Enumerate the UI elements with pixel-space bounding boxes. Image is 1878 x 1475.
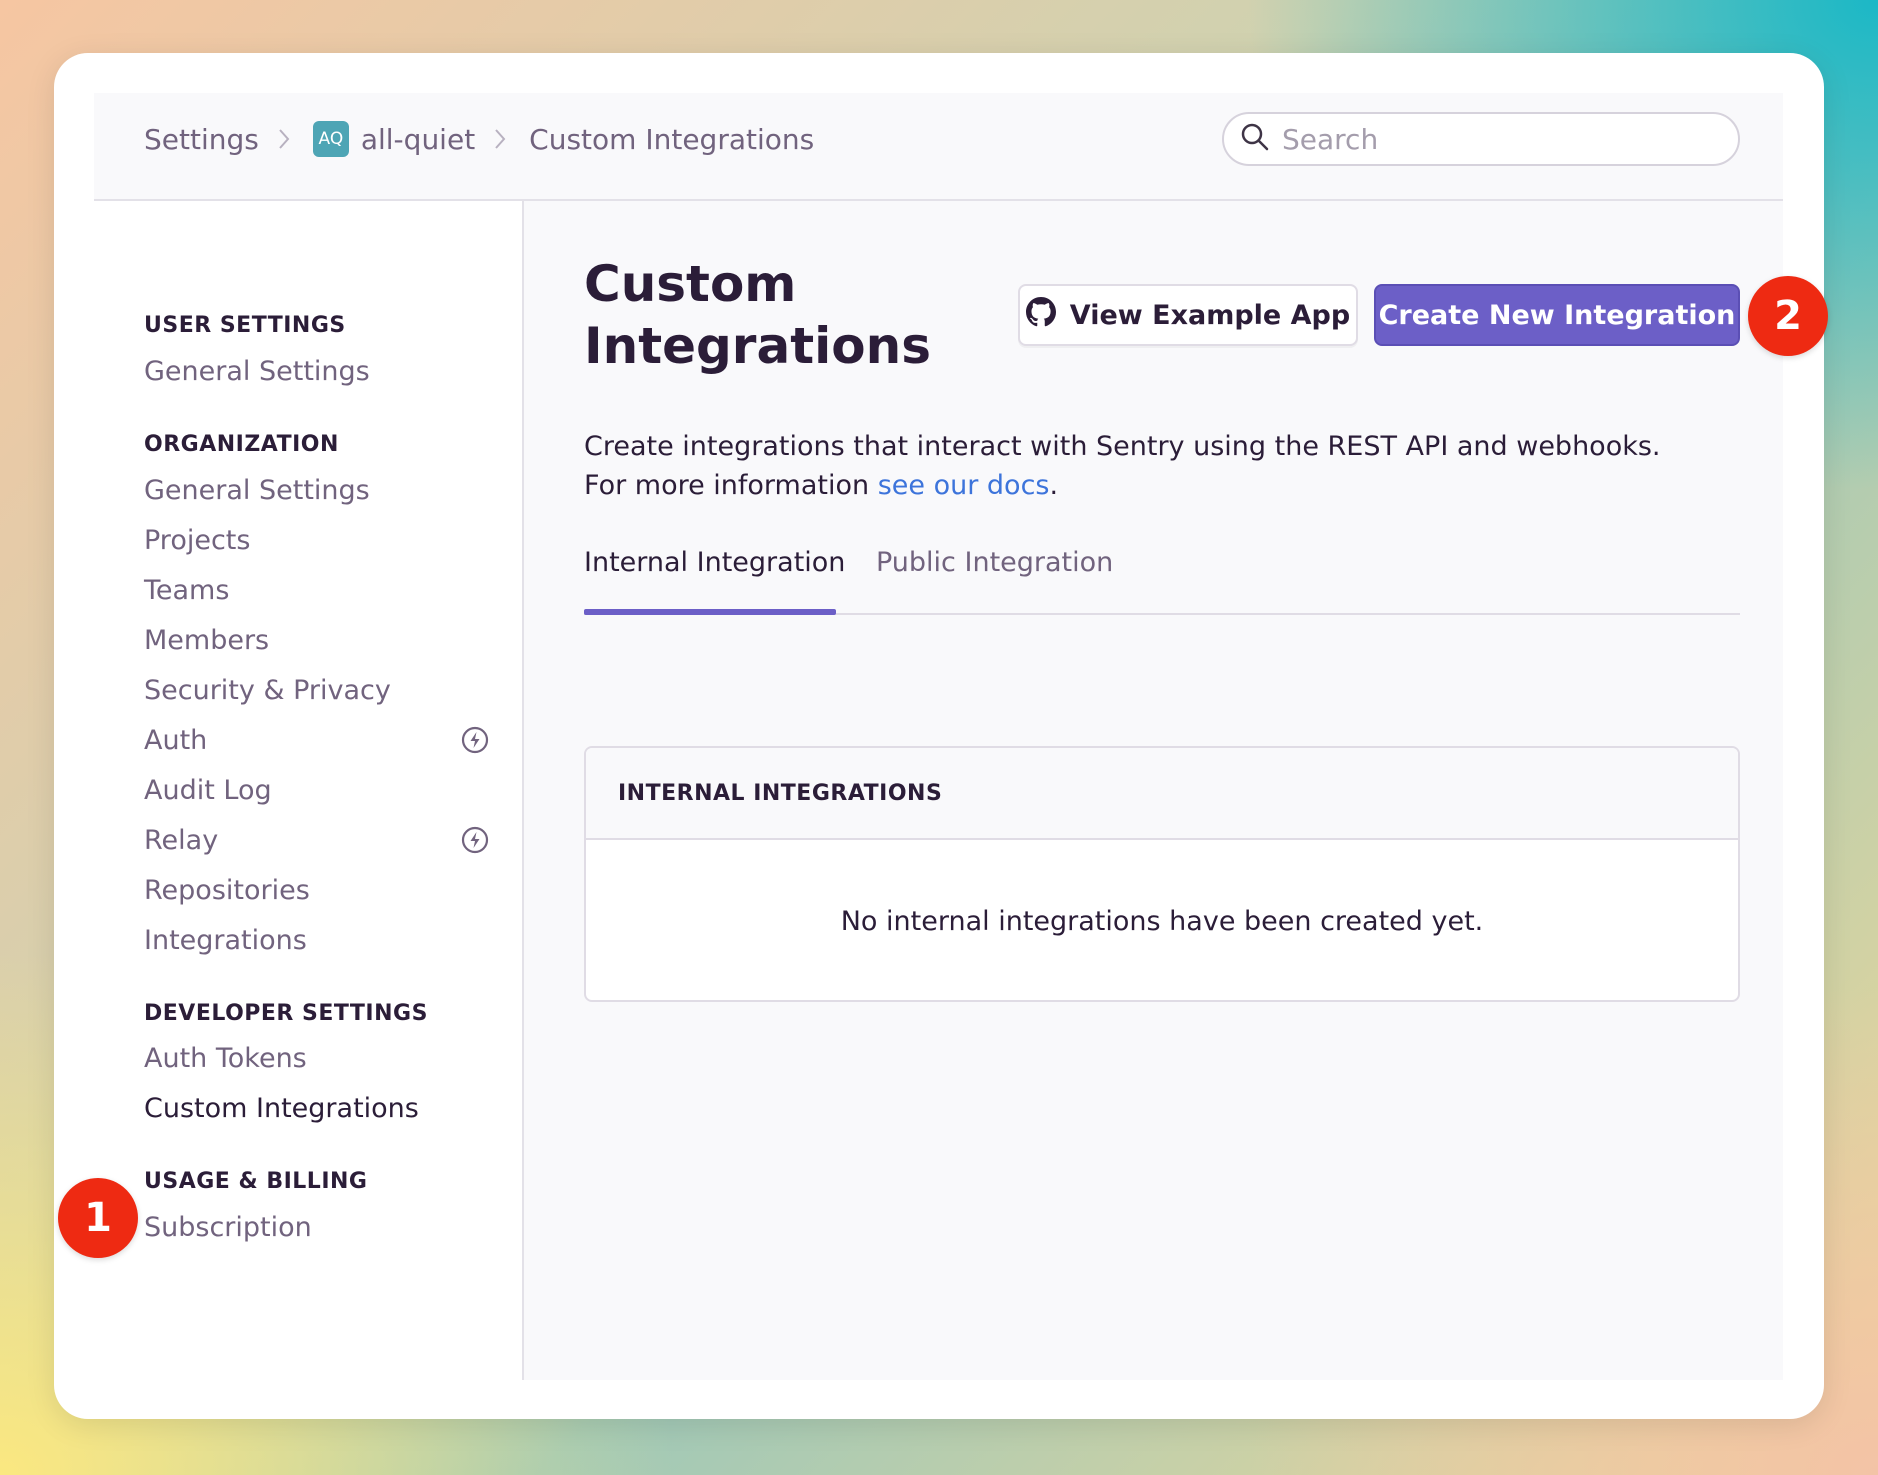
step-badge-2: 2	[1748, 276, 1828, 356]
page-description: Create integrations that interact with S…	[584, 427, 1661, 505]
lightning-icon	[460, 825, 490, 855]
sidebar-item-security-privacy[interactable]: Security & Privacy	[144, 675, 391, 706]
panel-header: INTERNAL INTEGRATIONS	[586, 748, 1738, 840]
sidebar-section-user-settings: USER SETTINGS	[144, 313, 346, 338]
sidebar-section-developer-settings: DEVELOPER SETTINGS	[144, 1001, 428, 1026]
sidebar-item-integrations[interactable]: Integrations	[144, 925, 307, 956]
sidebar-item-audit-log[interactable]: Audit Log	[144, 775, 272, 806]
chevron-right-icon	[277, 126, 293, 152]
sidebar-item-relay[interactable]: Relay	[144, 825, 218, 856]
step-badge-1: 1	[58, 1178, 138, 1258]
sidebar-item-repositories[interactable]: Repositories	[144, 875, 310, 906]
page-title-line2: Integrations	[584, 317, 931, 375]
breadcrumb-settings[interactable]: Settings	[144, 123, 259, 156]
description-prefix: For more information	[584, 470, 878, 501]
sidebar-item-subscription[interactable]: Subscription	[144, 1212, 312, 1243]
description-suffix: .	[1049, 470, 1059, 501]
sidebar-item-auth[interactable]: Auth	[144, 725, 207, 756]
settings-app: Settings AQ all-quiet Custom Integration…	[94, 93, 1783, 1380]
description-line-2: For more information see our docs.	[584, 466, 1661, 505]
internal-integrations-panel: INTERNAL INTEGRATIONS No internal integr…	[584, 746, 1740, 1002]
sidebar-item-custom-integrations[interactable]: Custom Integrations	[144, 1093, 419, 1124]
search-input[interactable]	[1280, 121, 1704, 157]
active-tab-indicator	[584, 609, 836, 615]
description-line-1: Create integrations that interact with S…	[584, 431, 1661, 462]
breadcrumb-org[interactable]: AQ all-quiet	[312, 121, 476, 157]
sidebar-item-auth-tokens[interactable]: Auth Tokens	[144, 1043, 307, 1074]
sidebar-section-usage-billing: USAGE & BILLING	[144, 1169, 368, 1194]
empty-state-message: No internal integrations have been creat…	[840, 905, 1484, 937]
sidebar-section-organization: ORGANIZATION	[144, 432, 339, 457]
create-new-integration-button[interactable]: Create New Integration	[1374, 284, 1740, 346]
sidebar-item-teams[interactable]: Teams	[144, 575, 229, 606]
org-avatar: AQ	[312, 121, 349, 157]
search-box[interactable]	[1222, 112, 1740, 166]
chevron-right-icon	[493, 126, 509, 152]
lightning-icon	[460, 725, 490, 755]
tab-internal-integration[interactable]: Internal Integration	[584, 547, 845, 578]
tab-public-integration[interactable]: Public Integration	[876, 547, 1113, 578]
page-title: Custom Integrations	[584, 253, 931, 377]
docs-link[interactable]: see our docs	[878, 470, 1050, 501]
view-example-app-label: View Example App	[1069, 299, 1351, 331]
sidebar: USER SETTINGS General Settings ORGANIZAT…	[94, 201, 524, 1380]
search-icon	[1240, 122, 1270, 156]
breadcrumb-current[interactable]: Custom Integrations	[529, 123, 814, 156]
sidebar-item-user-general-settings[interactable]: General Settings	[144, 356, 370, 387]
breadcrumb-org-name: all-quiet	[360, 122, 476, 156]
github-icon	[1025, 296, 1056, 334]
sidebar-item-members[interactable]: Members	[144, 625, 269, 656]
page-title-line1: Custom	[584, 255, 797, 313]
breadcrumb: Settings AQ all-quiet Custom Integration…	[144, 93, 814, 185]
main-content: Custom Integrations View Example App Cre…	[524, 201, 1783, 1380]
header-bar: Settings AQ all-quiet Custom Integration…	[94, 93, 1783, 201]
sidebar-item-projects[interactable]: Projects	[144, 525, 250, 556]
sidebar-item-org-general-settings[interactable]: General Settings	[144, 475, 370, 506]
integration-tabs: Internal Integration Public Integration	[584, 531, 1740, 615]
view-example-app-button[interactable]: View Example App	[1018, 284, 1358, 346]
